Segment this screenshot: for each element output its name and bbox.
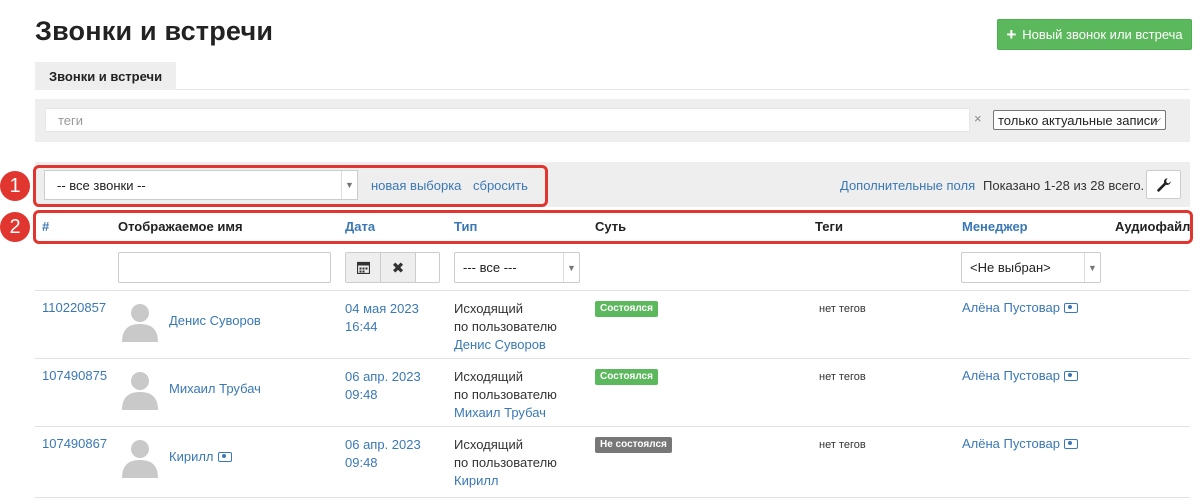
settings-button[interactable] xyxy=(1146,170,1181,199)
table-row: 110220857 Денис Суворов 04 мая 2023 16:4… xyxy=(0,290,1200,358)
manager-name: Алёна Пустовар xyxy=(962,300,1060,315)
camera-icon xyxy=(1063,438,1078,449)
dropdown-arrow-icon: ▼ xyxy=(1084,253,1100,282)
contact-name-link[interactable]: Денис Суворов xyxy=(169,313,261,328)
avatar-placeholder-icon xyxy=(122,440,158,478)
new-call-button[interactable]: + Новый звонок или встреча xyxy=(997,19,1192,50)
clear-tags-icon[interactable]: × xyxy=(974,111,982,126)
plus-icon: + xyxy=(1006,25,1017,44)
call-type-user-link[interactable]: Кирилл xyxy=(454,473,499,488)
tab-bar: Звонки и встречи xyxy=(35,62,1190,90)
call-type-qualifier: по пользователю xyxy=(454,387,557,402)
call-direction: Исходящий xyxy=(454,301,523,316)
avatar-placeholder-icon xyxy=(122,372,158,410)
actual-records-select[interactable]: только актуальные записи ⌵ xyxy=(993,110,1166,130)
status-badge: Состоялся xyxy=(595,369,658,385)
manager-link[interactable]: Алёна Пустовар xyxy=(962,300,1078,315)
wrench-icon xyxy=(1156,177,1171,192)
contact-name: Михаил Трубач xyxy=(169,381,261,396)
call-type-qualifier: по пользователю xyxy=(454,455,557,470)
chevron-down-icon: ⌵ xyxy=(1153,114,1161,125)
call-type-user-link[interactable]: Михаил Трубач xyxy=(454,405,546,420)
actual-records-select-value: только актуальные записи xyxy=(998,112,1158,128)
call-type: Исходящий по пользователю Михаил Трубач xyxy=(454,368,557,422)
call-date-time: 16:44 xyxy=(345,319,378,334)
page-title: Звонки и встречи xyxy=(35,16,274,46)
call-direction: Исходящий xyxy=(454,369,523,384)
callout-badge-1: 1 xyxy=(0,171,30,201)
callout-frame-2 xyxy=(33,210,1193,244)
call-type-qualifier: по пользователю xyxy=(454,319,557,334)
dropdown-arrow-icon: ▼ xyxy=(563,253,579,282)
call-type: Исходящий по пользователю Денис Суворов xyxy=(454,300,557,354)
call-date-day: 06 апр. 2023 xyxy=(345,437,421,452)
call-date[interactable]: 06 апр. 2023 09:48 xyxy=(345,368,421,404)
call-date-time: 09:48 xyxy=(345,387,378,402)
contact-name: Кирилл xyxy=(169,449,214,464)
callout-frame-1 xyxy=(33,165,548,207)
call-type-user-link[interactable]: Денис Суворов xyxy=(454,337,546,352)
manager-link[interactable]: Алёна Пустовар xyxy=(962,368,1078,383)
tags-input[interactable]: теги xyxy=(45,108,970,132)
name-filter-input[interactable] xyxy=(118,252,331,283)
manager-filter-value: <Не выбран> xyxy=(970,260,1051,275)
table-row: 107490867 Кирилл 06 апр. 2023 09:48 Исхо… xyxy=(0,426,1200,494)
call-id-link[interactable]: 107490867 xyxy=(42,436,107,451)
tags-text: нет тегов xyxy=(819,371,866,383)
camera-icon xyxy=(1063,302,1078,313)
date-filter: ✖ xyxy=(345,252,440,283)
contact-name-link[interactable]: Кирилл xyxy=(169,449,232,464)
contact-name: Денис Суворов xyxy=(169,313,261,328)
call-date[interactable]: 06 апр. 2023 09:48 xyxy=(345,436,421,472)
camera-icon xyxy=(217,451,232,462)
type-filter-select[interactable]: --- все --- ▼ xyxy=(454,252,580,283)
call-type: Исходящий по пользователю Кирилл xyxy=(454,436,557,490)
calendar-icon xyxy=(356,261,370,274)
shown-count-text: Показано 1-28 из 28 всего. xyxy=(983,178,1145,193)
type-filter-value: --- все --- xyxy=(463,260,517,275)
tags-text: нет тегов xyxy=(819,439,866,451)
manager-name: Алёна Пустовар xyxy=(962,368,1060,383)
row-divider xyxy=(35,497,1190,498)
tab-calls-meetings[interactable]: Звонки и встречи xyxy=(35,62,176,90)
status-badge: Состоялся xyxy=(595,301,658,317)
contact-name-link[interactable]: Михаил Трубач xyxy=(169,381,261,396)
calendar-icon-button[interactable] xyxy=(346,253,381,282)
filter-panel: теги × только актуальные записи ⌵ xyxy=(35,99,1190,142)
manager-link[interactable]: Алёна Пустовар xyxy=(962,436,1078,451)
new-call-button-label: Новый звонок или встреча xyxy=(1022,27,1183,42)
clear-date-icon[interactable]: ✖ xyxy=(381,253,416,282)
call-date-day: 04 мая 2023 xyxy=(345,301,419,316)
extra-fields-link[interactable]: Дополнительные поля xyxy=(840,178,975,193)
call-id-link[interactable]: 107490875 xyxy=(42,368,107,383)
call-id-link[interactable]: 110220857 xyxy=(42,300,106,315)
callout-badge-2: 2 xyxy=(0,212,30,242)
table-row: 107490875 Михаил Трубач 06 апр. 2023 09:… xyxy=(0,358,1200,426)
manager-filter-select[interactable]: <Не выбран> ▼ xyxy=(961,252,1101,283)
call-date[interactable]: 04 мая 2023 16:44 xyxy=(345,300,419,336)
call-direction: Исходящий xyxy=(454,437,523,452)
manager-name: Алёна Пустовар xyxy=(962,436,1060,451)
call-date-day: 06 апр. 2023 xyxy=(345,369,421,384)
status-badge: Не состоялся xyxy=(595,437,672,453)
tags-text: нет тегов xyxy=(819,303,866,315)
camera-icon xyxy=(1063,370,1078,381)
call-date-time: 09:48 xyxy=(345,455,378,470)
avatar-placeholder-icon xyxy=(122,304,158,342)
